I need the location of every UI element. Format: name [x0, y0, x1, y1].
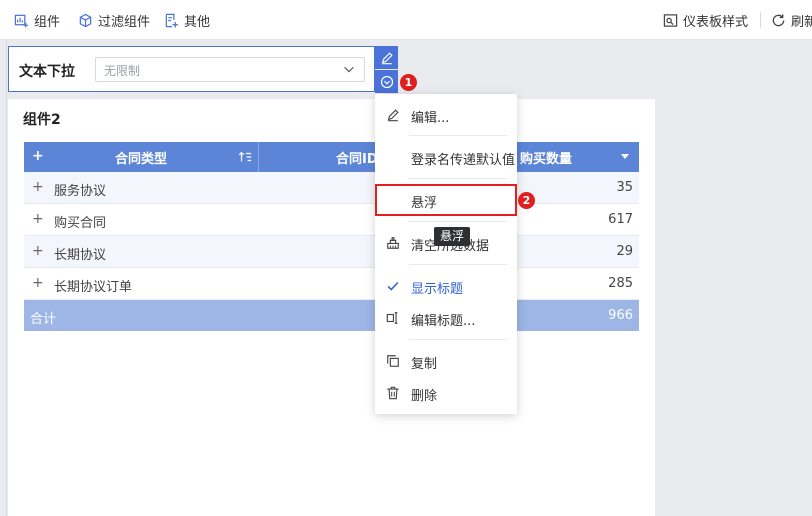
refresh-button[interactable]: 刷新: [771, 0, 812, 40]
edit-widget-button[interactable]: [375, 46, 398, 69]
expand-row-icon[interactable]: +: [32, 243, 44, 259]
filter-component-button[interactable]: 过滤组件: [78, 0, 150, 40]
menu-item-label: 登录名传递默认值: [411, 153, 516, 168]
expand-row-icon[interactable]: +: [32, 211, 44, 227]
menu-item-show-title[interactable]: 显示标题: [375, 271, 517, 301]
row-value: 285: [608, 276, 633, 291]
column-header-contract-id[interactable]: 合同ID: [336, 142, 378, 172]
menu-separator: [409, 339, 507, 340]
menu-item-label: 复制: [411, 357, 438, 372]
total-label: 合计: [30, 312, 57, 327]
menu-item-edit-title[interactable]: 编辑标题...: [375, 303, 517, 333]
expand-row-icon[interactable]: +: [32, 179, 44, 195]
column-separator: [258, 142, 259, 172]
menu-item-label: 显示标题: [411, 282, 464, 297]
filter-component-label: 过滤组件: [98, 14, 151, 30]
row-name: 服务协议: [54, 184, 107, 199]
menu-separator: [409, 221, 507, 222]
other-label: 其他: [184, 14, 211, 30]
menu-item-edit[interactable]: 编辑...: [375, 100, 517, 130]
row-name: 购买合同: [54, 216, 107, 231]
text-cursor-icon: [386, 312, 398, 324]
table-row[interactable]: + 长期协议 29: [24, 236, 639, 268]
total-row: 合计 966: [24, 300, 639, 331]
menu-item-login-default[interactable]: 登录名传递默认值: [375, 142, 517, 172]
refresh-label: 刷新: [791, 14, 812, 30]
row-name: 长期协议订单: [54, 280, 133, 295]
menu-item-label: 删除: [411, 389, 438, 404]
toolbar-divider: [760, 12, 761, 28]
chevron-down-icon: [344, 66, 354, 73]
step-badge-1: 1: [400, 74, 417, 91]
other-button[interactable]: 其他: [164, 0, 210, 40]
column-header-purchase-qty[interactable]: 购买数量: [520, 142, 572, 172]
dashboard-style-button[interactable]: 仪表板样式: [663, 0, 748, 40]
table-header: + 合同类型 合同ID 购买数量: [24, 142, 639, 172]
menu-separator: [409, 135, 507, 136]
step-badge-2: 2: [518, 192, 535, 209]
menu-item-delete[interactable]: 删除: [375, 378, 517, 408]
expand-row-icon[interactable]: +: [32, 275, 44, 291]
row-name: 长期协议: [54, 248, 107, 263]
cube-icon: [79, 13, 92, 27]
table-row[interactable]: + 购买合同 617: [24, 204, 639, 236]
highlight-box: [375, 184, 517, 216]
trash-icon: [387, 386, 399, 400]
copy-icon: [387, 355, 399, 367]
column-header-contract-type[interactable]: 合同类型: [24, 142, 258, 172]
table-row[interactable]: + 长期协议订单 285: [24, 268, 639, 300]
refresh-icon: [772, 13, 785, 26]
filter-placeholder: 无限制: [104, 64, 141, 78]
context-menu: 编辑... 登录名传递默认值 悬浮 清空所选数据 显示标题 编辑标题... 复制…: [375, 94, 517, 414]
pencil-icon: [381, 51, 393, 64]
menu-item-label: 编辑...: [411, 111, 450, 126]
eraser-icon: [387, 237, 399, 249]
component-button[interactable]: 组件: [14, 0, 60, 40]
top-toolbar: 组件 过滤组件 其他 仪表板样式 刷新: [0, 0, 812, 40]
table-row[interactable]: + 服务协议 35: [24, 172, 639, 204]
circle-chevron-down-icon: [380, 75, 393, 88]
dashboard-style-label: 仪表板样式: [683, 14, 749, 30]
canvas-left-border: [6, 40, 7, 516]
row-value: 617: [608, 212, 633, 227]
menu-item-label: 编辑标题...: [411, 314, 476, 329]
checkmark-icon: [387, 281, 399, 291]
component-panel: 组件2 + 合同类型 合同ID 购买数量 + 服务协议 35 + 购买合同 61…: [8, 99, 655, 516]
caret-down-icon[interactable]: [620, 153, 630, 161]
data-table: + 合同类型 合同ID 购买数量 + 服务协议 35 + 购买合同 617 + …: [24, 142, 639, 331]
palette-icon: [663, 13, 678, 27]
total-value: 966: [608, 308, 633, 323]
row-value: 29: [616, 244, 633, 259]
text-dropdown-widget[interactable]: 文本下拉 无限制: [8, 46, 375, 92]
float-tooltip: 悬浮: [434, 227, 471, 246]
menu-item-copy[interactable]: 复制: [375, 346, 517, 376]
chart-add-icon: [14, 14, 29, 28]
filter-select[interactable]: 无限制: [95, 57, 365, 82]
menu-separator: [409, 264, 507, 265]
row-value: 35: [616, 180, 633, 195]
sort-icon[interactable]: [238, 150, 252, 164]
component-title: 组件2: [23, 112, 61, 128]
component-label: 组件: [34, 14, 61, 30]
more-options-button[interactable]: [375, 70, 398, 93]
menu-separator: [409, 178, 507, 179]
filter-label: 文本下拉: [19, 64, 75, 80]
pencil-icon: [387, 109, 399, 122]
doc-add-icon: [165, 13, 179, 28]
